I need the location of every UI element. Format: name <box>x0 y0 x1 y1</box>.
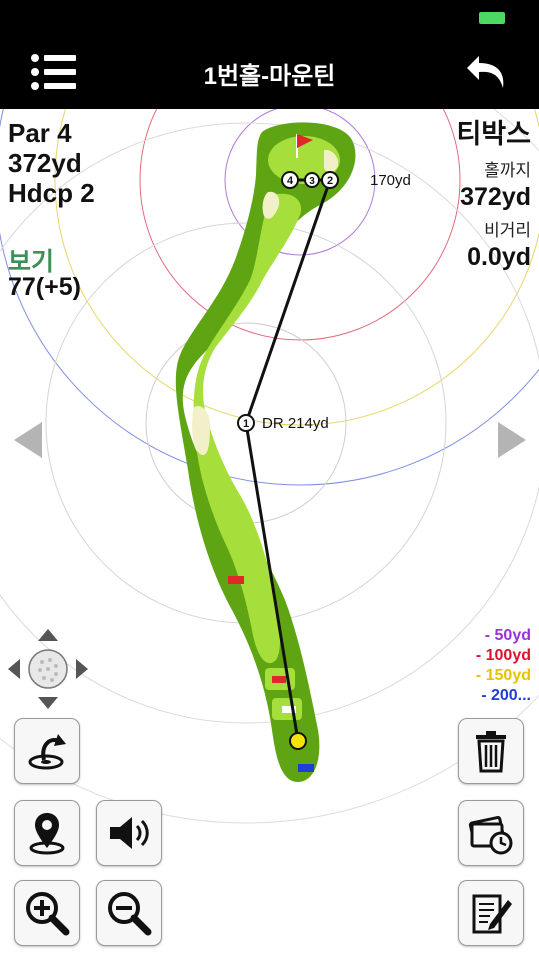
zoom-in-button[interactable] <box>14 880 80 946</box>
tee-info: 티박스 홀까지 372yd 비거리 0.0yd <box>456 116 531 272</box>
delete-button[interactable] <box>458 718 524 784</box>
chevron-right-icon <box>498 422 526 458</box>
back-button[interactable] <box>465 52 509 92</box>
shot-label-1: DR 214yd <box>262 415 329 432</box>
shot-marker-4[interactable]: 4 <box>281 171 299 189</box>
card-clock-icon <box>468 815 513 855</box>
top-bar: 1번홀-마운틴 <box>0 36 539 109</box>
score-value: 77(+5) <box>8 273 81 301</box>
page-title: 1번홀-마운틴 <box>203 63 336 90</box>
hole-info: Par 4 372yd Hdcp 2 <box>8 118 95 208</box>
ball-position[interactable] <box>289 732 307 750</box>
par-text: Par 4 <box>8 118 72 148</box>
legend-item: - 150yd <box>475 667 531 684</box>
location-button[interactable] <box>14 800 80 866</box>
to-hole-value: 372yd <box>460 183 531 211</box>
memo-button[interactable] <box>458 880 524 946</box>
speaker-icon <box>110 817 149 849</box>
legend-item: - 50yd <box>484 627 531 644</box>
carry-value: 0.0yd <box>467 243 531 271</box>
svg-text:1: 1 <box>243 418 249 430</box>
svg-text:2: 2 <box>327 175 333 187</box>
zoom-in-icon <box>26 892 70 936</box>
undo-arrow-icon <box>467 56 504 88</box>
to-hole-label: 홀까지 <box>484 161 531 180</box>
zoom-out-button[interactable] <box>96 880 162 946</box>
shot-marker-1[interactable]: 1 <box>237 414 255 432</box>
legend-item: - 200... <box>481 687 531 704</box>
svg-text:4: 4 <box>287 175 294 187</box>
shot-marker-2[interactable]: 2 <box>321 171 339 189</box>
scorecard-button[interactable] <box>458 800 524 866</box>
prev-hole-button[interactable] <box>12 420 44 460</box>
ball-move-control[interactable] <box>6 627 90 711</box>
reset-view-button[interactable] <box>14 718 80 784</box>
svg-text:3: 3 <box>309 176 315 187</box>
status-bar <box>0 0 539 36</box>
legend-item: - 100yd <box>475 647 531 664</box>
sound-button[interactable] <box>96 800 162 866</box>
notepad-icon <box>472 894 512 934</box>
battery-icon <box>479 12 505 24</box>
carry-label: 비거리 <box>484 221 531 240</box>
distance-legend: - 50yd - 100yd - 150yd - 200... <box>476 626 531 706</box>
shot-marker-3[interactable]: 3 <box>304 172 320 188</box>
shot-label-2: 170yd <box>370 172 411 189</box>
location-pin-icon <box>29 813 65 855</box>
reset-view-icon <box>28 734 66 770</box>
tee-name[interactable]: 티박스 <box>456 116 531 152</box>
zoom-out-icon <box>108 892 152 936</box>
handicap-text: Hdcp 2 <box>8 178 95 208</box>
hole-length: 372yd <box>8 148 82 178</box>
next-hole-button[interactable] <box>496 420 528 460</box>
chevron-left-icon <box>14 422 42 458</box>
trash-icon <box>476 731 506 773</box>
